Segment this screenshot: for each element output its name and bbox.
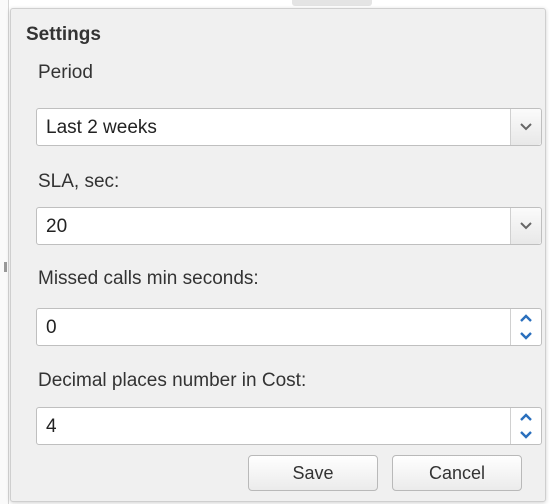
chevron-down-icon <box>520 123 532 131</box>
background-top-element <box>292 0 372 6</box>
period-dropdown[interactable]: Last 2 weeks <box>36 108 542 146</box>
sla-dropdown[interactable]: 20 <box>36 207 542 245</box>
decimal-places-label: Decimal places number in Cost: <box>38 370 307 391</box>
period-value: Last 2 weeks <box>46 117 157 138</box>
missed-calls-increment-button[interactable] <box>511 309 541 327</box>
dialog-title: Settings <box>26 24 101 45</box>
decimal-places-spinner <box>510 408 541 444</box>
sla-label: SLA, sec: <box>38 171 120 192</box>
spinner-up-icon <box>520 413 532 421</box>
cancel-button[interactable]: Cancel <box>392 455 522 491</box>
missed-calls-decrement-button[interactable] <box>511 327 541 345</box>
settings-dialog: Settings Period Last 2 weeks SLA, sec: 2… <box>10 8 546 502</box>
period-label: Period <box>38 62 93 83</box>
decimal-places-decrement-button[interactable] <box>511 426 541 444</box>
decimal-places-increment-button[interactable] <box>511 408 541 426</box>
decimal-places-input[interactable]: 4 <box>36 407 542 445</box>
sla-dropdown-button[interactable] <box>510 208 541 244</box>
decimal-places-value: 4 <box>46 416 57 437</box>
missed-calls-value: 0 <box>46 317 57 338</box>
spinner-down-icon <box>520 332 532 340</box>
spinner-down-icon <box>520 431 532 439</box>
background-left-marker <box>4 262 7 272</box>
missed-calls-input[interactable]: 0 <box>36 308 542 346</box>
missed-calls-label: Missed calls min seconds: <box>38 268 259 289</box>
save-button[interactable]: Save <box>248 455 378 491</box>
background-left-panel <box>0 0 9 504</box>
spinner-up-icon <box>520 314 532 322</box>
chevron-down-icon <box>520 222 532 230</box>
missed-calls-spinner <box>510 309 541 345</box>
period-dropdown-button[interactable] <box>510 109 541 145</box>
sla-value: 20 <box>46 216 68 237</box>
